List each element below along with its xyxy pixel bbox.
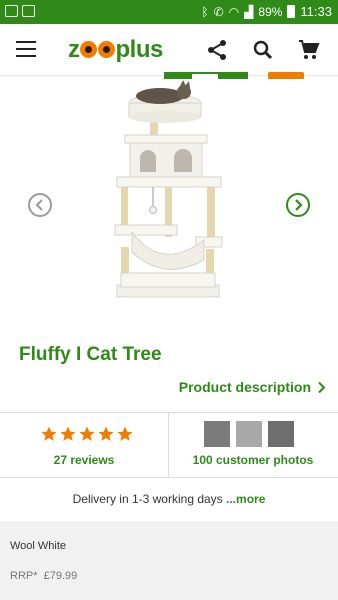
previous-image-button[interactable]	[28, 193, 52, 217]
customer-photos-link[interactable]: 100 customer photos	[168, 453, 338, 467]
status-bar: ᛒ ✆ ◠ ▟ 89% 11:33	[0, 0, 338, 24]
menu-icon[interactable]	[16, 41, 36, 57]
divider	[0, 477, 338, 478]
mail-icon	[5, 5, 18, 17]
product-description-label: Product description	[178, 379, 311, 395]
next-image-button[interactable]	[286, 193, 310, 217]
zooplus-logo[interactable]: z plus	[68, 36, 163, 64]
delivery-text: Delivery in 1-3 working days	[72, 492, 227, 506]
vibrate-icon: ✆	[213, 4, 224, 19]
rrp-value: £79.99	[43, 570, 78, 582]
product-image-gallery[interactable]	[0, 77, 338, 332]
signal-icon: ▟	[244, 4, 254, 19]
cart-icon[interactable]	[297, 38, 321, 62]
star-icon	[117, 426, 133, 441]
battery-icon	[287, 5, 296, 18]
add-to-basket-button[interactable]	[268, 72, 304, 79]
divider-vertical	[168, 412, 169, 477]
product-title: Fluffy I Cat Tree	[19, 344, 162, 365]
divider	[0, 412, 338, 413]
chevron-right-icon	[295, 199, 303, 211]
search-icon[interactable]	[251, 38, 275, 62]
rrp-price: RRP* £79.99	[10, 570, 77, 582]
star-icon	[41, 426, 57, 441]
customer-photo-thumbnails[interactable]	[204, 421, 294, 447]
reviews-link[interactable]: 27 reviews	[0, 453, 168, 467]
customer-photo-thumbnail[interactable]	[236, 421, 262, 447]
chevron-left-icon	[35, 199, 43, 211]
delivery-info: Delivery in 1-3 working days ...more	[0, 492, 338, 506]
image-icon	[22, 5, 35, 17]
quantity-field[interactable]	[192, 74, 218, 79]
wifi-icon: ◠	[228, 4, 240, 19]
star-icon	[98, 426, 114, 441]
bluetooth-icon: ᛒ	[201, 4, 209, 19]
variant-section: Wool White RRP* £79.99	[0, 521, 338, 600]
product-description-link[interactable]: Product description	[179, 379, 326, 395]
rating-stars[interactable]	[40, 425, 134, 443]
clock: 11:33	[300, 4, 332, 19]
chevron-right-icon	[318, 381, 326, 393]
variant-name: Wool White	[10, 540, 67, 552]
star-icon	[60, 426, 76, 441]
app-bar: z plus	[0, 24, 338, 76]
rrp-label: RRP*	[10, 570, 38, 582]
share-icon[interactable]	[205, 38, 229, 62]
delivery-more-link[interactable]: ...more	[226, 492, 265, 506]
star-icon	[79, 426, 95, 441]
customer-photo-thumbnail[interactable]	[204, 421, 230, 447]
battery-percent: 89%	[258, 4, 283, 19]
customer-photo-thumbnail[interactable]	[268, 421, 294, 447]
